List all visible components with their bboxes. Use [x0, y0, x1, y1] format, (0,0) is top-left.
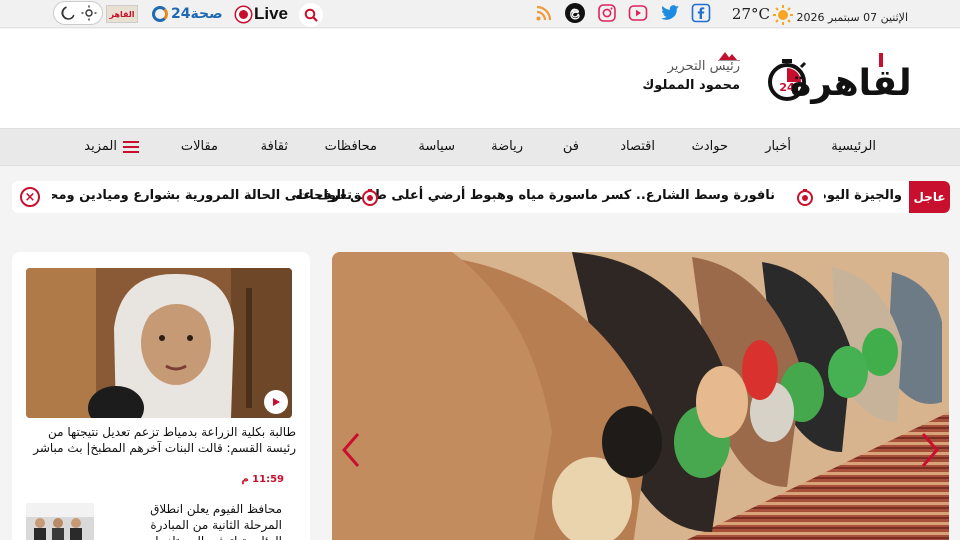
rss-icon[interactable]: [533, 2, 555, 24]
temperature: 27°C: [731, 5, 770, 23]
article-thumbnail[interactable]: [26, 503, 94, 540]
instagram-icon[interactable]: [596, 2, 618, 24]
top-bar: الإثنين 07 سبتمبر 2026 27°C Live صحة24 ا…: [0, 0, 960, 28]
ticker-logo-icon: [362, 189, 378, 206]
pyramids-icon: [718, 52, 740, 61]
nav-item-home[interactable]: الرئيسية: [831, 139, 876, 154]
search-icon: [304, 8, 318, 22]
twitter-icon[interactable]: [659, 2, 681, 24]
editor-title: رئيس التحرير: [667, 59, 740, 74]
site-header: 24 القاهرة رئيس التحرير محمود المملوك: [0, 29, 960, 128]
ticker-item[interactable]: تعرف على الحالة المرورية بشوارع وميادين …: [52, 188, 352, 203]
ticker-close-button[interactable]: ×: [20, 187, 40, 207]
ticker-item-partial[interactable]: والجيزة اليوم: [824, 188, 902, 203]
breaking-news-ticker: عاجل والجيزة اليوم نافورة وسط الشارع.. ك…: [12, 181, 950, 213]
moon-icon: [60, 6, 74, 20]
article-image[interactable]: [26, 268, 292, 418]
youtube-icon[interactable]: [627, 2, 649, 24]
article-title[interactable]: طالبة بكلية الزراعة بدمياط تزعم تعديل نت…: [26, 424, 296, 456]
hero-slider[interactable]: [332, 252, 949, 540]
sehha-logo-icon: [152, 6, 168, 22]
play-button[interactable]: [264, 390, 288, 414]
live-link[interactable]: Live: [236, 2, 288, 26]
sehha24-link[interactable]: صحة24: [152, 2, 223, 26]
nav-item-culture[interactable]: ثقافة: [261, 139, 288, 154]
current-date: الإثنين 07 سبتمبر 2026: [796, 10, 908, 24]
sun-icon: [772, 3, 794, 27]
prev-slide-arrow-icon[interactable]: [340, 430, 362, 470]
ticker-logo-icon: [797, 189, 813, 206]
nav-item-governorates[interactable]: محافظات: [325, 139, 377, 154]
nav-item-sports[interactable]: رياضة: [491, 139, 523, 154]
breaking-badge: عاجل: [909, 181, 950, 213]
site-logo[interactable]: 24 القاهرة: [765, 49, 924, 109]
main-nav: الرئيسية أخبار حوادث اقتصاد فن رياضة سيا…: [0, 128, 960, 166]
nav-item-art[interactable]: فن: [563, 139, 579, 154]
logo-text: القاهرة: [790, 63, 910, 104]
side-news-card: طالبة بكلية الزراعة بدمياط تزعم تعديل نت…: [12, 252, 310, 540]
nav-item-more[interactable]: المزيد: [84, 139, 117, 154]
editor-block: رئيس التحرير محمود المملوك: [642, 49, 740, 93]
next-slide-arrow-icon[interactable]: [919, 430, 941, 470]
search-button[interactable]: [299, 3, 323, 27]
nav-item-articles[interactable]: مقالات: [181, 139, 218, 154]
sehha-label: صحة24: [171, 6, 223, 22]
article-time: 11:59 م: [241, 474, 284, 485]
hero-image: [332, 252, 949, 540]
nav-item-accidents[interactable]: حوادث: [692, 139, 728, 154]
facebook-icon[interactable]: [690, 2, 712, 24]
editor-name: محمود المملوك: [642, 78, 740, 93]
threads-icon[interactable]: [564, 2, 586, 24]
nav-item-politics[interactable]: سياسة: [418, 139, 455, 154]
play-icon: [273, 398, 280, 406]
nav-item-news[interactable]: أخبار: [765, 139, 791, 154]
sun-small-icon: [81, 5, 96, 21]
menu-icon[interactable]: [123, 141, 139, 153]
live-label: Live: [254, 4, 289, 23]
partner-logo[interactable]: القاهر: [106, 5, 138, 23]
live-dot-icon: [236, 6, 251, 22]
article-title[interactable]: محافظ الفيوم يعلن انطلاق المرحلة الثانية…: [112, 501, 282, 540]
theme-toggle[interactable]: [53, 1, 103, 25]
nav-item-economy[interactable]: اقتصاد: [620, 139, 655, 154]
